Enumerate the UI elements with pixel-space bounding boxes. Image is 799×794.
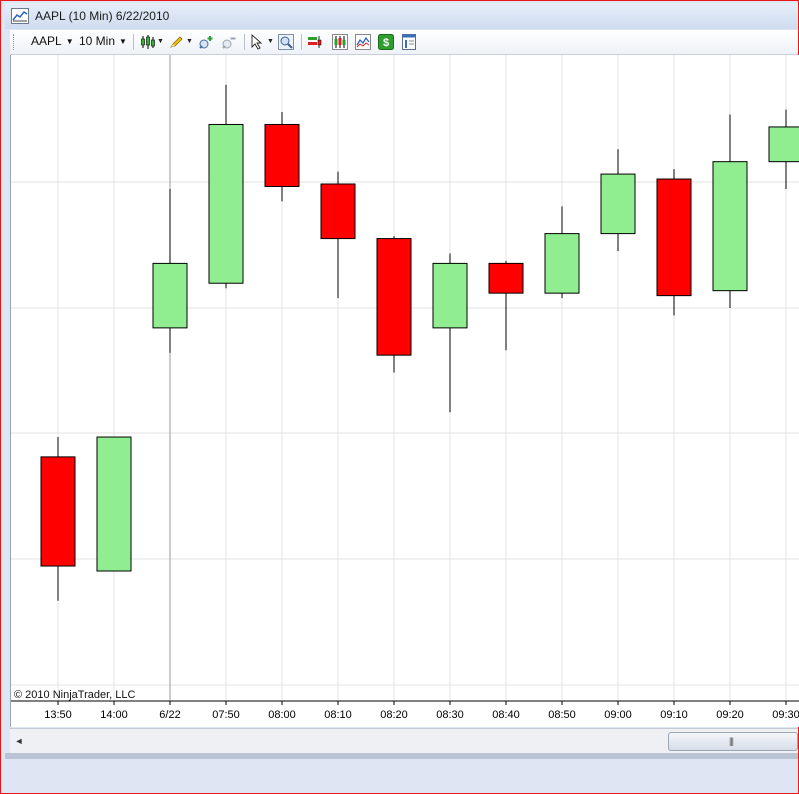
candle-body-up: [96, 436, 132, 572]
chevron-down-icon[interactable]: ▼: [267, 38, 274, 45]
toolbar-grip[interactable]: [13, 34, 16, 50]
x-tick-label: 08:00: [268, 709, 296, 721]
pointer-icon[interactable]: [250, 33, 266, 50]
window-frame-bottom: [5, 753, 798, 759]
chart-style-icon[interactable]: [140, 34, 156, 50]
x-tick-label: 09:20: [716, 709, 744, 721]
chart-window: AAPL (10 Min) 6/22/2010 AAPL ▼ 10 Min ▼ ▼ …: [0, 0, 799, 794]
candle-body-down: [320, 183, 356, 240]
chart-grid: [11, 55, 799, 700]
zoom-in-icon[interactable]: [198, 34, 214, 50]
chart-window-icon: [11, 8, 29, 24]
x-tick-label: 08:40: [492, 709, 520, 721]
candle-body-up: [152, 262, 188, 329]
currency-icon[interactable]: $: [378, 34, 394, 50]
x-tick-label: 09:00: [604, 709, 632, 721]
instrument-dropdown[interactable]: AAPL ▼: [31, 34, 74, 48]
svg-text:$: $: [383, 37, 389, 49]
candle-body-up: [600, 173, 636, 235]
chart-toolbar: AAPL ▼ 10 Min ▼ ▼ ▼ ▼ $: [10, 30, 798, 55]
candle-body-down: [376, 238, 412, 356]
chevron-down-icon[interactable]: ▼: [186, 38, 193, 45]
window-title: AAPL (10 Min) 6/22/2010: [35, 9, 170, 23]
interval-label: 10 Min: [79, 34, 116, 48]
toolbar-separator: [244, 34, 245, 50]
candle-body-down: [656, 178, 692, 297]
candle-body-down: [488, 262, 524, 294]
data-box-icon[interactable]: [355, 34, 371, 50]
candles: [40, 84, 799, 601]
x-tick-label: 13:50: [44, 709, 72, 721]
x-tick-label: 09:30: [772, 709, 799, 721]
x-tick-label: 08:20: [380, 709, 408, 721]
instrument-label: AAPL: [31, 34, 62, 48]
candle-body-up: [768, 126, 799, 163]
x-tick-label: 08:50: [548, 709, 576, 721]
x-tick-label: 07:50: [212, 709, 240, 721]
grip-icon: |||: [729, 736, 734, 746]
candle-body-up: [208, 123, 244, 284]
scroll-thumb[interactable]: |||: [668, 732, 798, 751]
title-bar[interactable]: AAPL (10 Min) 6/22/2010: [5, 3, 798, 29]
candlestick-chart[interactable]: 13:50 14:00 6/22 07:50 08:00 08:10 08:20 08:30 0…: [11, 55, 799, 727]
chevron-down-icon: ▼: [119, 37, 127, 47]
candle-body-down: [40, 456, 76, 567]
x-tick-label: 14:00: [100, 709, 128, 721]
time-axis: 13:50 14:00 6/22 07:50 08:00 08:10 08:20 08:30 0…: [11, 700, 799, 721]
candle-body-down: [264, 123, 300, 187]
chart-panel[interactable]: 13:50 14:00 6/22 07:50 08:00 08:10 08:20 08:30 0…: [10, 55, 799, 727]
candle-body-up: [544, 233, 580, 294]
scroll-left-arrow-icon[interactable]: ◄: [12, 733, 26, 749]
drawing-tool-icon[interactable]: [168, 34, 184, 50]
properties-icon[interactable]: [401, 34, 417, 50]
zoom-out-icon[interactable]: [221, 34, 237, 50]
magnify-icon[interactable]: [278, 34, 294, 50]
x-tick-label: 08:30: [436, 709, 464, 721]
toolbar-separator: [133, 34, 134, 50]
indicators-icon[interactable]: [307, 34, 323, 50]
x-tick-label: 08:10: [324, 709, 352, 721]
toolbar-separator: [301, 34, 302, 50]
chevron-down-icon[interactable]: ▼: [157, 38, 164, 45]
strategies-icon[interactable]: [332, 34, 348, 50]
candle-body-up: [712, 161, 748, 292]
chevron-down-icon: ▼: [65, 37, 74, 47]
x-tick-label: 6/22: [159, 709, 180, 721]
horizontal-scrollbar[interactable]: ◄ |||: [10, 728, 798, 753]
interval-dropdown[interactable]: 10 Min ▼: [79, 34, 127, 48]
x-tick-label: 09:10: [660, 709, 688, 721]
candle-body-up: [432, 262, 468, 329]
copyright-text: © 2010 NinjaTrader, LLC: [14, 689, 136, 701]
